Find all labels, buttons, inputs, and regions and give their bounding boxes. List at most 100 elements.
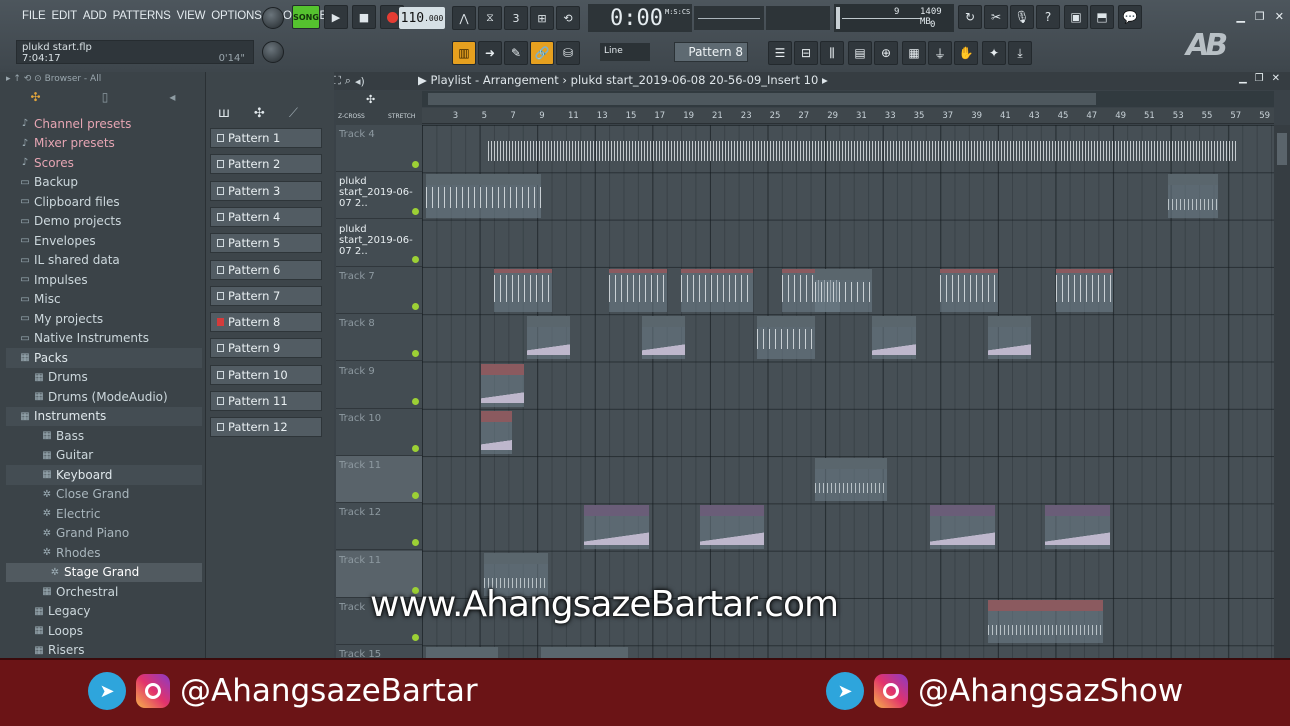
browser-item-guitar[interactable]: ▦ Guitar	[6, 446, 202, 466]
browser-button[interactable]: ▤	[848, 41, 872, 65]
note-cluster[interactable]	[494, 268, 552, 313]
time-display[interactable]: 0:00 M:S:CS	[588, 4, 692, 32]
master-volume-knob[interactable]	[262, 7, 284, 29]
track-enable-led-icon[interactable]	[412, 539, 419, 547]
track-header[interactable]: Track 11	[336, 456, 422, 504]
track-enable-led-icon[interactable]	[412, 492, 419, 500]
pattern-item[interactable]: Pattern 2	[210, 154, 322, 175]
close-icon[interactable]: ✕	[1275, 10, 1284, 23]
browser-item-legacy[interactable]: ▦ Legacy	[6, 602, 202, 622]
playlist-clip[interactable]: Pattern 12	[757, 316, 815, 360]
track-header[interactable]: Track 8	[336, 314, 422, 362]
browser-item-channel-presets[interactable]: ♪ Channel presets	[6, 114, 202, 134]
menu-edit[interactable]: EDIT	[52, 10, 78, 22]
browser-tab-files-icon[interactable]: ▯	[102, 90, 109, 110]
browser-item-misc[interactable]: ▭ Misc	[6, 290, 202, 310]
browser-item-loops[interactable]: ▦ Loops	[6, 621, 202, 641]
pattern-item[interactable]: Pattern 10	[210, 364, 322, 385]
playlist-clip[interactable]: SFB2_S...wn_29	[1045, 505, 1110, 549]
minimize-icon[interactable]: ▁	[1236, 10, 1244, 23]
playlist-clip[interactable]: TAP..bal	[526, 316, 570, 360]
browser-item-mixer-presets[interactable]: ♪ Mixer presets	[6, 134, 202, 154]
track-enable-led-icon[interactable]	[412, 255, 419, 263]
browser-item-il-shared-data[interactable]: ▭ IL shared data	[6, 251, 202, 271]
track-header[interactable]: plukd start_2019-06-07 2..	[336, 172, 422, 220]
track-enable-led-icon[interactable]	[412, 302, 419, 310]
browser-item-backup[interactable]: ▭ Backup	[6, 173, 202, 193]
browser-item-drums-modeaudio-[interactable]: ▦ Drums (ModeAudio)	[6, 387, 202, 407]
playlist-clip[interactable]: Pattern 3	[426, 647, 498, 658]
playlist-clip[interactable]: SFB2_...wn_29	[584, 505, 650, 549]
snap-selector[interactable]: Line	[600, 43, 650, 61]
tools-button[interactable]: ✦	[982, 41, 1006, 65]
browser-item-orchestral[interactable]: ▦ Orchestral	[6, 582, 202, 602]
cut-button[interactable]: ✂	[984, 5, 1008, 29]
track-header[interactable]: plukd start_2019-06-07 2..	[336, 220, 422, 267]
vertical-scrollbar-thumb[interactable]	[1277, 133, 1287, 165]
timeline-ruler[interactable]: 3 5 7 9 11 13 15 17 19 21 23 25 27 29 31 33 35 37 39 41 43 45…	[422, 108, 1274, 124]
track-enable-led-icon[interactable]	[412, 161, 419, 168]
pattern-item[interactable]: Pattern 3	[210, 180, 322, 201]
undo-history-button[interactable]: ↻	[958, 5, 982, 29]
track-enable-led-icon[interactable]	[412, 444, 419, 452]
note-cluster[interactable]	[609, 268, 667, 313]
browser-item-bass[interactable]: ▦ Bass	[6, 426, 202, 446]
browser-item-electric[interactable]: ✲ Electric	[6, 504, 202, 524]
browser-tab-speaker-icon[interactable]: ◂	[169, 90, 175, 110]
pattern-song-toggle[interactable]: SONG	[292, 5, 320, 29]
browser-item-envelopes[interactable]: ▭ Envelopes	[6, 231, 202, 251]
pattern-item[interactable]: Pattern 6	[210, 259, 322, 280]
playlist-restore-icon[interactable]: ❐	[1255, 73, 1264, 84]
track-header[interactable]: Track 12	[336, 503, 422, 551]
metronome-button[interactable]: ⋀	[452, 6, 476, 30]
pattern-item[interactable]: Pattern 5	[210, 233, 322, 254]
wait-input-button[interactable]: ⧖	[478, 6, 502, 30]
channel-rack-button[interactable]: ⊟	[794, 41, 818, 65]
browser-item-stage-grand[interactable]: ✲ Stage Grand	[6, 562, 202, 582]
picker-move-icon[interactable]: ✣	[254, 106, 265, 121]
restore-icon[interactable]: ❐	[1255, 10, 1265, 23]
playlist-clip[interactable]: Pattern 2	[426, 174, 542, 218]
playlist-clip[interactable]: plukd..rt 8	[1167, 174, 1218, 218]
playlist-clip[interactable]: TAP..bal	[642, 316, 686, 360]
playlist-clip[interactable]: TAP..bal	[872, 316, 916, 360]
master-pitch-knob[interactable]	[262, 41, 284, 63]
browser-item-instruments[interactable]: ▦ Instruments	[6, 406, 202, 426]
note-cluster[interactable]	[940, 268, 998, 313]
browser-item-scores[interactable]: ♪ Scores	[6, 153, 202, 173]
pattern-item[interactable]: Pattern 7	[210, 285, 322, 306]
browser-item-rhodes[interactable]: ✲ Rhodes	[6, 543, 202, 563]
playlist-clip[interactable]: Pattern 12	[814, 268, 873, 313]
pattern-item[interactable]: Pattern 9	[210, 338, 322, 359]
select-tool-icon[interactable]: ⛶	[333, 74, 341, 88]
tempo-display[interactable]: 110.000	[399, 7, 445, 29]
track-header[interactable]: Track 7	[336, 267, 422, 314]
playlist-clip[interactable]: B...et	[480, 410, 513, 455]
playlist-button[interactable]: ☰	[768, 41, 792, 65]
menu-view[interactable]: VIEW	[177, 10, 206, 22]
pattern-item[interactable]: Pattern 4	[210, 206, 322, 227]
record-audio-button[interactable]: 🎙	[1010, 5, 1034, 29]
mixer-button[interactable]: ⫼	[820, 41, 844, 65]
track-header[interactable]: Track 4	[336, 125, 422, 172]
note-cluster[interactable]	[1055, 268, 1114, 313]
plugin-picker-button[interactable]: ⊕	[874, 41, 898, 65]
download-button[interactable]: ⤓	[1008, 41, 1032, 65]
save-button[interactable]: ▣	[1064, 5, 1088, 29]
browser-item-close-grand[interactable]: ✲ Close Grand	[6, 485, 202, 505]
menu-file[interactable]: FILE	[22, 10, 46, 22]
playlist-clip[interactable]: 22_VocalChop	[987, 600, 1103, 644]
note-cluster[interactable]	[681, 268, 754, 313]
browser-item-native-instruments[interactable]: ▭ Native Instruments	[6, 329, 202, 349]
touch-controller-button[interactable]: ✋	[954, 41, 978, 65]
playlist-overview-scrollbar[interactable]	[422, 91, 1274, 107]
track-enable-led-icon[interactable]	[412, 350, 419, 358]
help-button[interactable]: ?	[1036, 5, 1060, 29]
overview-thumb[interactable]	[428, 93, 1096, 105]
stop-button[interactable]: ■	[352, 5, 376, 29]
render-button[interactable]: ⬒	[1090, 5, 1114, 29]
picker-curve-icon[interactable]: ⟋	[289, 106, 298, 121]
menu-add[interactable]: ADD	[83, 10, 107, 22]
menu-options[interactable]: OPTIONS	[211, 10, 262, 22]
step-edit-button[interactable]: ⊞	[530, 6, 554, 30]
